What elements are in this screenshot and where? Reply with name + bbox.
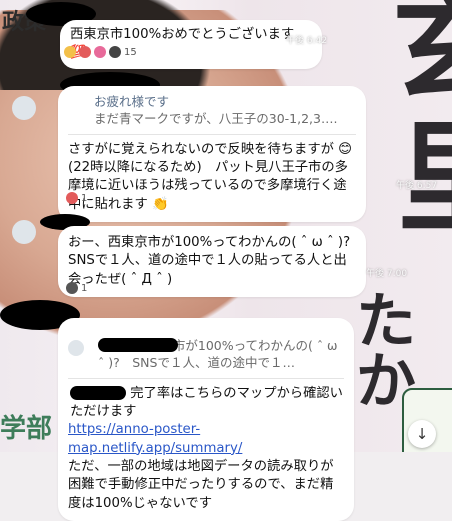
message-text: 西東京市100%おめでとうございます [70,27,295,42]
poster-left-bottom-text: 学部 [0,414,53,444]
redacted-mention [70,385,126,400]
quoted-avatar [68,340,84,356]
message-bubble-1[interactable]: 西東京市100%おめでとうございます 💯 [60,20,322,69]
redacted-quoted-name [98,338,178,352]
reaction-bar[interactable]: 1 [66,282,87,294]
reaction-count: 15 [124,46,137,58]
message-time: 午後 7:00 [366,269,408,279]
scroll-to-bottom-button[interactable]: ↓ [408,420,436,448]
message-time: 午後 6:57 [396,181,438,191]
reaction-icon [66,192,78,204]
divider [68,377,344,379]
reaction-icon-2 [79,46,91,58]
arrow-down-icon: ↓ [415,425,429,443]
avatar[interactable] [12,96,36,120]
message-text: おー、西東京市が100%ってわかんの( ˆ ω ˆ )? SNSで１人、道の途中… [68,235,351,287]
divider [68,133,356,135]
message-bubble-3[interactable]: おー、西東京市が100%ってわかんの( ˆ ω ˆ )? SNSで１人、道の途中… [58,226,366,298]
quoted-message[interactable]: お疲れ様です まだ青マークですが、八王子の30-1,2,3…. [68,94,356,128]
reaction-count: 1 [81,282,88,294]
quoted-message[interactable]: おー、西東京市が100%ってわかんの( ˆ ω ˆ )? SNSで１人、道の途中… [68,338,344,372]
reaction-icon-4 [109,46,121,58]
reaction-bar[interactable]: 1 [66,192,87,204]
reaction-bar[interactable]: 15 [64,46,137,58]
quoted-author: お疲れ様です [94,94,170,109]
message-text: ただ、一部の地域は地図データの読み取りが困難で手動修正中だったりするので、まだ精… [68,459,334,511]
message-text: さすがに覚えられないので反映を待ちますが 😊 (22時以降になるため) パット見… [68,141,353,212]
message-bubble-2[interactable]: お疲れ様です まだ青マークですが、八王子の30-1,2,3…. さすがに覚えられ… [58,86,366,223]
message-bubble-4[interactable]: おー、西東京市が100%ってわかんの( ˆ ω ˆ )? SNSで１人、道の途中… [58,318,354,521]
poster-char-1: 玄 [392,0,452,110]
quoted-text: まだ青マークですが、八王子の30-1,2,3…. [94,110,338,126]
reaction-icon [66,282,78,294]
message-time: 午後 6:42 [286,36,328,46]
reaction-icon-3 [94,46,106,58]
reaction-count: 1 [81,192,88,204]
reaction-icon-1 [64,46,76,58]
summary-map-link[interactable]: https://anno-poster-map.netlify.app/summ… [68,422,242,455]
avatar[interactable] [12,220,36,244]
